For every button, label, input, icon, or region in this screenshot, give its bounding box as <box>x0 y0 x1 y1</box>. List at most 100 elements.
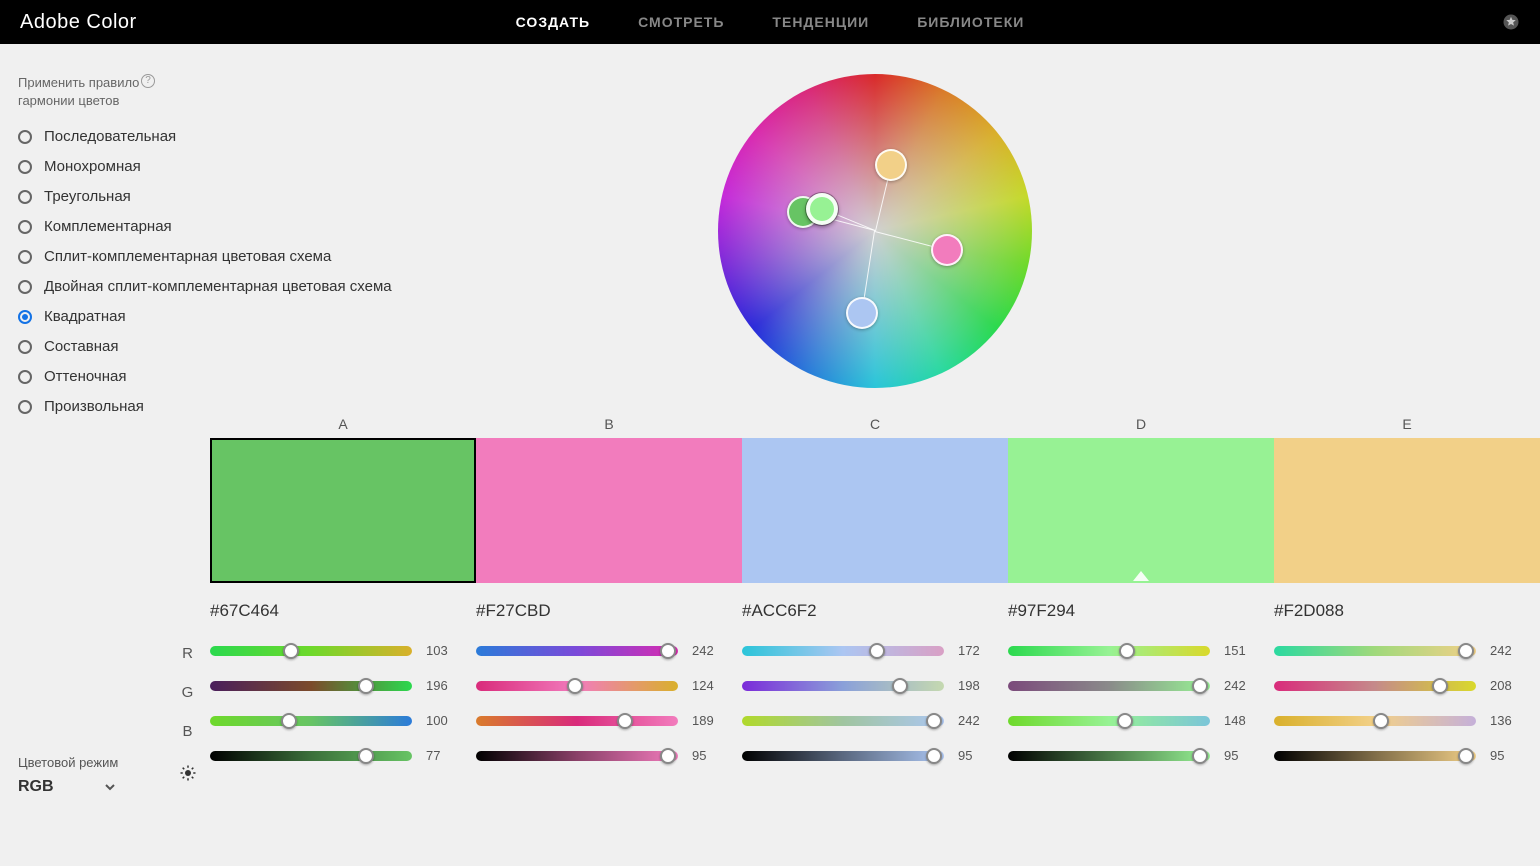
g-slider[interactable] <box>1274 681 1476 691</box>
r-slider[interactable] <box>1274 646 1476 656</box>
b-slider[interactable] <box>210 716 412 726</box>
b-value: 189 <box>692 713 724 728</box>
g-value: 208 <box>1490 678 1522 693</box>
harmony-rule-item[interactable]: Двойная сплит-комплементарная цветовая с… <box>18 278 210 295</box>
slider-thumb[interactable] <box>869 643 885 659</box>
g-slider[interactable] <box>742 681 944 691</box>
slider-thumb[interactable] <box>281 713 297 729</box>
nav-item-2[interactable]: ТЕНДЕНЦИИ <box>772 14 869 30</box>
control-column: #F27CBD24212418995 <box>476 583 742 783</box>
color-swatch[interactable] <box>1274 438 1540 583</box>
b-slider[interactable] <box>476 716 678 726</box>
harmony-rule-label: Оттеночная <box>44 368 126 385</box>
b-slider[interactable] <box>742 716 944 726</box>
color-swatch[interactable] <box>1008 438 1274 583</box>
r-slider[interactable] <box>742 646 944 656</box>
harmony-rule-item[interactable]: Составная <box>18 338 210 355</box>
color-swatch[interactable] <box>210 438 476 583</box>
slider-row-brightness: 77 <box>210 748 458 763</box>
g-slider[interactable] <box>210 681 412 691</box>
r-value: 172 <box>958 643 990 658</box>
nav-item-3[interactable]: БИБЛИОТЕКИ <box>917 14 1024 30</box>
b-slider[interactable] <box>1008 716 1210 726</box>
app-logo: Adobe Color <box>20 11 137 34</box>
slider-thumb[interactable] <box>567 678 583 694</box>
color-mode-select[interactable]: RGB <box>18 778 118 796</box>
wheel-handle[interactable] <box>875 149 907 181</box>
harmony-rule-label: Квадратная <box>44 308 126 325</box>
brightness-slider[interactable] <box>1274 751 1476 761</box>
slider-thumb[interactable] <box>358 748 374 764</box>
brightness-slider[interactable] <box>210 751 412 761</box>
favorite-icon[interactable] <box>1502 13 1520 31</box>
slider-thumb[interactable] <box>926 748 942 764</box>
slider-thumb[interactable] <box>1192 678 1208 694</box>
slider-thumb[interactable] <box>1119 643 1135 659</box>
slider-thumb[interactable] <box>1458 643 1474 659</box>
brightness-slider[interactable] <box>742 751 944 761</box>
g-value: 196 <box>426 678 458 693</box>
topbar: Adobe Color СОЗДАТЬ СМОТРЕТЬ ТЕНДЕНЦИИ БИБЛ… <box>0 0 1540 44</box>
control-column: #ACC6F217219824295 <box>742 583 1008 783</box>
harmony-rule-item[interactable]: Квадратная <box>18 308 210 325</box>
harmony-rule-item[interactable]: Сплит-комплементарная цветовая схема <box>18 248 210 265</box>
harmony-rule-item[interactable]: Треугольная <box>18 188 210 205</box>
slider-row-brightness: 95 <box>476 748 724 763</box>
slider-thumb[interactable] <box>1117 713 1133 729</box>
slider-row-r: 151 <box>1008 643 1256 658</box>
harmony-rule-item[interactable]: Последовательная <box>18 128 210 145</box>
brightness-slider[interactable] <box>1008 751 1210 761</box>
slider-thumb[interactable] <box>283 643 299 659</box>
harmony-rule-item[interactable]: Произвольная <box>18 398 210 415</box>
harmony-rule-label: Треугольная <box>44 188 131 205</box>
slider-row-g: 124 <box>476 678 724 693</box>
slider-thumb[interactable] <box>1192 748 1208 764</box>
slider-thumb[interactable] <box>1458 748 1474 764</box>
hex-value[interactable]: #67C464 <box>210 601 458 621</box>
slider-thumb[interactable] <box>660 748 676 764</box>
hex-value[interactable]: #ACC6F2 <box>742 601 990 621</box>
b-value: 100 <box>426 713 458 728</box>
color-swatch[interactable] <box>476 438 742 583</box>
brightness-slider[interactable] <box>476 751 678 761</box>
slider-thumb[interactable] <box>1432 678 1448 694</box>
hex-value[interactable]: #F2D088 <box>1274 601 1522 621</box>
slider-row-b: 242 <box>742 713 990 728</box>
brightness-value: 95 <box>1224 748 1256 763</box>
nav-item-1[interactable]: СМОТРЕТЬ <box>638 14 724 30</box>
slider-thumb[interactable] <box>617 713 633 729</box>
slider-row-b: 148 <box>1008 713 1256 728</box>
harmony-rule-label: Монохромная <box>44 158 141 175</box>
harmony-rule-item[interactable]: Комплементарная <box>18 218 210 235</box>
g-slider[interactable] <box>476 681 678 691</box>
hex-value[interactable]: #F27CBD <box>476 601 724 621</box>
harmony-rule-item[interactable]: Оттеночная <box>18 368 210 385</box>
slider-thumb[interactable] <box>892 678 908 694</box>
swatch-letter: C <box>742 416 1008 432</box>
b-slider[interactable] <box>1274 716 1476 726</box>
g-value: 198 <box>958 678 990 693</box>
r-slider[interactable] <box>210 646 412 656</box>
slider-thumb[interactable] <box>358 678 374 694</box>
g-value: 124 <box>692 678 724 693</box>
slider-row-b: 136 <box>1274 713 1522 728</box>
r-slider[interactable] <box>1008 646 1210 656</box>
radio-icon <box>18 160 32 174</box>
wheel-handle[interactable] <box>806 193 838 225</box>
slider-thumb[interactable] <box>1373 713 1389 729</box>
slider-row-r: 103 <box>210 643 458 658</box>
g-slider[interactable] <box>1008 681 1210 691</box>
color-swatch[interactable] <box>742 438 1008 583</box>
color-wheel[interactable] <box>718 74 1032 388</box>
wheel-handle[interactable] <box>846 297 878 329</box>
harmony-rule-item[interactable]: Монохромная <box>18 158 210 175</box>
nav-item-0[interactable]: СОЗДАТЬ <box>516 14 590 30</box>
help-icon[interactable]: ? <box>141 74 155 88</box>
slider-thumb[interactable] <box>926 713 942 729</box>
slider-row-g: 198 <box>742 678 990 693</box>
wheel-handle[interactable] <box>931 234 963 266</box>
hex-value[interactable]: #97F294 <box>1008 601 1256 621</box>
slider-thumb[interactable] <box>660 643 676 659</box>
harmony-rule-label: Произвольная <box>44 398 144 415</box>
r-slider[interactable] <box>476 646 678 656</box>
